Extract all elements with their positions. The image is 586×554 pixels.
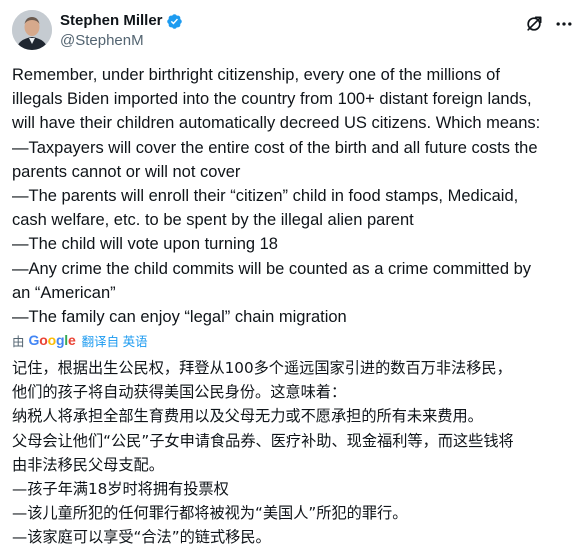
translation-line: —该家庭可以享受“合法”的链式移民。 <box>12 528 271 547</box>
translation-line: 记住，根据出生公民权，拜登从100多个遥远国家引进的数百万非法移民， <box>12 359 512 377</box>
translation-line: —该儿童所犯的任何罪行都将被视为“美国人”所犯的罪行。 <box>12 504 408 523</box>
translation-line: 纳税人将承担全部生育费用以及父母无力或不愿承担的所有未来费用。 <box>12 407 483 426</box>
avatar-image <box>12 10 52 50</box>
tweet-line: cash welfare, etc. to be spent by the il… <box>12 211 414 230</box>
tweet-line: parents cannot or will not cover <box>12 162 241 181</box>
author-display-name[interactable]: Stephen Miller <box>60 11 163 31</box>
tweet-header: Stephen Miller @StephenM <box>12 10 574 54</box>
translation-line: 他们的孩子将自动获得美国公民身份。这意味着： <box>12 383 347 402</box>
avatar[interactable] <box>12 10 52 50</box>
grok-icon[interactable] <box>524 14 544 34</box>
tweet-text: Remember, under birthright citizenship, … <box>12 63 578 329</box>
tweet-line: illegals Biden imported into the country… <box>12 90 532 109</box>
translation-line: 由非法移民父母支配。 <box>12 455 164 474</box>
author-names: Stephen Miller @StephenM <box>60 11 183 51</box>
tweet-line: —The family can enjoy “legal” chain migr… <box>12 308 347 327</box>
translation-line: —孩子年满18岁时将拥有投票权 <box>12 480 229 499</box>
translated-from-link[interactable]: 翻译自 英语 <box>82 331 148 350</box>
translated-text: 记住，根据出生公民权，拜登从100多个遥远国家引进的数百万非法移民， 他们的孩子… <box>12 356 582 550</box>
author-display-name-row[interactable]: Stephen Miller <box>60 11 183 31</box>
tweet-line: an “American” <box>12 283 116 302</box>
translate-prefix: 由 <box>12 334 25 349</box>
author-handle[interactable]: @StephenM <box>60 31 183 51</box>
verified-badge-icon <box>166 13 182 29</box>
translation-attribution: 由 Google 翻译自 英语 <box>12 330 148 350</box>
tweet-line: —Taxpayers will cover the entire cost of… <box>12 138 538 157</box>
tweet-line: Remember, under birthright citizenship, … <box>12 66 500 84</box>
tweet-line: will have their children automatically d… <box>12 114 541 133</box>
tweet-line: —Any crime the child commits will be cou… <box>12 259 532 278</box>
more-icon[interactable] <box>554 14 574 34</box>
tweet-line: —The parents will enroll their “citizen”… <box>12 187 519 206</box>
translation-line: 父母会让他们“公民”子女申请食品券、医疗补助、现金福利等，而这些钱将 <box>12 431 514 450</box>
google-logo: Google <box>28 332 76 348</box>
tweet-line: —The child will vote upon turning 18 <box>12 235 278 254</box>
